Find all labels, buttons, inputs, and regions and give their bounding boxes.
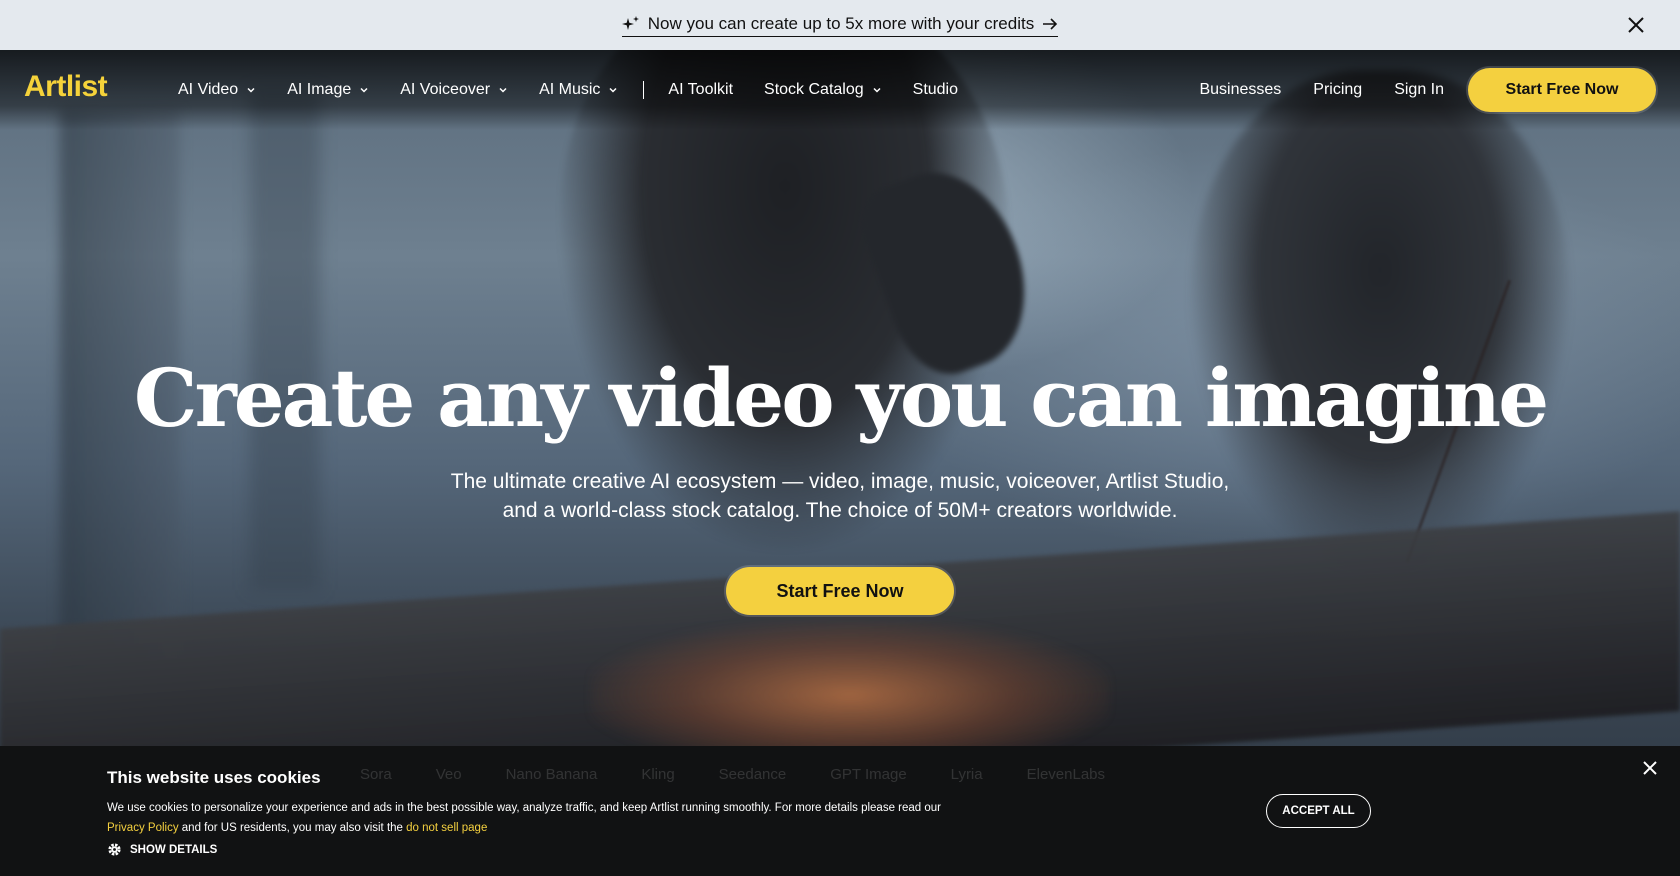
nav-item-label: AI Image [287, 81, 352, 98]
main-nav: Artlist AI Video AI Image AI Voiceover A… [0, 50, 1680, 130]
hero-subtitle: The ultimate creative AI ecosystem — vid… [0, 467, 1680, 525]
chevron-down-icon [499, 87, 507, 93]
close-icon[interactable] [1642, 760, 1658, 776]
cookie-middle-text: and for US residents, you may also visit… [181, 822, 403, 834]
announcement-bar: Now you can create up to 5x more with yo… [0, 0, 1680, 50]
nav-item-ai-music[interactable]: AI Music [539, 81, 618, 99]
nav-left-group: AI Video AI Image AI Voiceover AI Music … [178, 50, 989, 130]
nav-right-group: Businesses Pricing Sign In Start Free No… [1199, 50, 1656, 130]
do-not-sell-link[interactable]: do not sell page [406, 822, 487, 834]
model-logo: Kling [641, 766, 675, 783]
cookie-description: We use cookies to personalize your exper… [107, 798, 1067, 838]
announcement-link[interactable]: Now you can create up to 5x more with yo… [621, 13, 1059, 37]
hero-subtitle-line: and a world-class stock catalog. The cho… [502, 499, 1178, 522]
cookie-banner: Sora Veo Nano Banana Kling Seedance GPT … [0, 746, 1680, 876]
model-logo: GPT Image [830, 766, 907, 783]
nav-item-businesses[interactable]: Businesses [1199, 81, 1281, 99]
close-icon[interactable] [1626, 15, 1646, 35]
hero-start-free-now-button[interactable]: Start Free Now [726, 567, 954, 615]
cookie-title: This website uses cookies [107, 768, 321, 787]
nav-item-ai-toolkit[interactable]: AI Toolkit [668, 81, 733, 99]
models-strip: Sora Veo Nano Banana Kling Seedance GPT … [360, 766, 1360, 783]
model-logo: Sora [360, 766, 392, 783]
nav-divider [643, 81, 645, 99]
chevron-down-icon [873, 87, 881, 93]
artlist-logo[interactable]: Artlist [24, 70, 108, 104]
start-free-now-button[interactable]: Start Free Now [1468, 68, 1656, 112]
model-logo: Veo [435, 766, 462, 783]
nav-item-label: Stock Catalog [764, 81, 864, 98]
arrow-right-icon [1043, 17, 1058, 30]
chevron-down-icon [360, 87, 368, 93]
nav-item-label: Studio [912, 81, 959, 98]
nav-item-label: AI Video [178, 81, 239, 98]
model-logo: Nano Banana [505, 766, 598, 783]
nav-item-sign-in[interactable]: Sign In [1394, 81, 1444, 99]
nav-item-studio[interactable]: Studio [913, 81, 958, 99]
nav-item-label: AI Voiceover [400, 81, 491, 98]
nav-item-ai-video[interactable]: AI Video [178, 81, 256, 99]
model-logo: Seedance [718, 766, 787, 783]
hero-title: Create any video you can imagine [133, 351, 1549, 445]
sparkle-icon [621, 15, 639, 30]
nav-item-ai-image[interactable]: AI Image [287, 81, 369, 99]
nav-item-label: AI Toolkit [668, 81, 734, 98]
cookie-text: We use cookies to personalize your exper… [107, 802, 941, 814]
announcement-text: Now you can create up to 5x more with yo… [647, 13, 1035, 33]
privacy-policy-link[interactable]: Privacy Policy [107, 822, 179, 834]
nav-item-ai-voiceover[interactable]: AI Voiceover [400, 81, 508, 99]
chevron-down-icon [247, 87, 255, 93]
gear-icon [108, 843, 121, 856]
accept-all-button[interactable]: ACCEPT ALL [1266, 794, 1371, 828]
show-details-button[interactable]: SHOW DETAILS [107, 842, 217, 857]
nav-item-pricing[interactable]: Pricing [1313, 81, 1362, 99]
model-logo: ElevenLabs [1026, 766, 1106, 783]
show-details-label: SHOW DETAILS [130, 843, 218, 856]
nav-item-label: AI Music [539, 81, 601, 98]
nav-item-stock-catalog[interactable]: Stock Catalog [764, 81, 882, 99]
hero-subtitle-line: The ultimate creative AI ecosystem — vid… [450, 470, 1230, 493]
model-logo: Lyria [950, 766, 983, 783]
chevron-down-icon [609, 87, 617, 93]
